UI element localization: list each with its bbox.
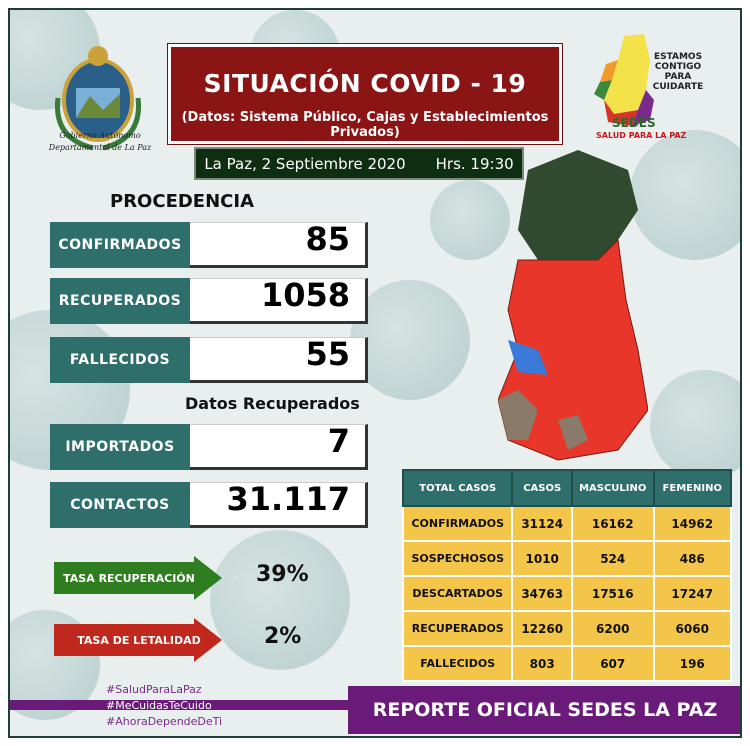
virus-decoration [350, 280, 470, 400]
lethality-rate-value: 2% [264, 624, 302, 649]
table-cell: RECUPERADOS [401, 610, 514, 647]
table-row: CONFIRMADOS 31124 16162 14962 [401, 505, 733, 542]
table-header-cell: CASOS [511, 469, 573, 507]
table-cell: 607 [570, 645, 655, 682]
gov-logo-line2: Departamental de La Paz [48, 143, 152, 152]
table-header-cell: TOTAL CASOS [401, 469, 514, 507]
table-row: SOSPECHOSOS 1010 524 486 [401, 540, 733, 577]
page-title: SITUACIÓN COVID - 19 [203, 69, 527, 98]
stat-importados: IMPORTADOS 7 [50, 422, 368, 470]
stat-value: 1058 [260, 276, 350, 314]
recovery-rate-label: TASA RECUPERACIÓN [63, 571, 195, 585]
total-cases-table: TOTAL CASOS CASOS MASCULINO FEMENINO CON… [401, 469, 733, 682]
datos-recuperados-heading: Datos Recuperados [185, 394, 360, 413]
hashtag: #MeCuidasTeCuido [106, 699, 212, 712]
table-cell: SOSPECHOSOS [401, 540, 514, 577]
stat-fallecidos: FALLECIDOS 55 [50, 335, 368, 383]
table-cell: 17247 [652, 575, 733, 612]
hashtag-list: #SaludParaLaPaz #MeCuidasTeCuido #AhoraD… [106, 682, 222, 730]
sedes-slogan: SALUD PARA LA PAZ [596, 131, 687, 140]
virus-decoration [210, 530, 350, 670]
header-banner: SITUACIÓN COVID - 19 (Datos: Sistema Púb… [168, 44, 562, 144]
stat-label: IMPORTADOS [50, 424, 190, 470]
table-cell: DESCARTADOS [401, 575, 514, 612]
table-cell: 34763 [511, 575, 573, 612]
stat-value: 31.117 [226, 480, 350, 518]
table-cell: 16162 [570, 505, 655, 542]
table-cell: 31124 [511, 505, 573, 542]
stat-value: 7 [327, 422, 350, 460]
stat-label: CONFIRMADOS [50, 222, 190, 268]
lethality-rate-label: TASA DE LETALIDAD [77, 633, 201, 647]
la-paz-map-icon [498, 150, 648, 461]
table-cell: 17516 [570, 575, 655, 612]
table-cell: CONFIRMADOS [401, 505, 514, 542]
table-row: DESCARTADOS 34763 17516 17247 [401, 575, 733, 612]
table-row: RECUPERADOS 12260 6200 6060 [401, 610, 733, 647]
table-cell: 486 [652, 540, 733, 577]
stat-label: FALLECIDOS [50, 337, 190, 383]
stat-confirmados: CONFIRMADOS 85 [50, 220, 368, 268]
stat-value: 55 [305, 335, 350, 373]
table-cell: 1010 [511, 540, 573, 577]
stat-contactos: CONTACTOS 31.117 [50, 480, 368, 528]
recovery-small-number: 920 [232, 572, 252, 583]
table-cell: 6060 [652, 610, 733, 647]
recovery-rate-value: 39% [256, 562, 309, 587]
table-cell: 803 [511, 645, 573, 682]
stat-value: 85 [305, 220, 350, 258]
gov-logo-line1: Gobierno Autónomo [59, 131, 141, 140]
hashtag: #SaludParaLaPaz [106, 683, 202, 696]
report-date: La Paz, 2 Septiembre 2020 [204, 154, 406, 173]
table-header-cell: MASCULINO [570, 469, 655, 507]
table-cell: FALLECIDOS [401, 645, 514, 682]
virus-decoration [650, 370, 740, 480]
page-subtitle: (Datos: Sistema Público, Cajas y Estable… [181, 110, 549, 140]
date-bar: La Paz, 2 Septiembre 2020 Hrs. 19:30 [194, 147, 524, 180]
table-cell: 12260 [511, 610, 573, 647]
table-cell: 196 [652, 645, 733, 682]
table-cell: 6200 [570, 610, 655, 647]
stat-recuperados: RECUPERADOS 1058 [50, 276, 368, 324]
recovery-rate-arrow: TASA RECUPERACIÓN [54, 556, 224, 600]
table-cell: 14962 [652, 505, 733, 542]
infographic-frame: Gobierno Autónomo Departamental de La Pa… [8, 8, 742, 738]
table-header-row: TOTAL CASOS CASOS MASCULINO FEMENINO [401, 469, 733, 507]
table-cell: 524 [570, 540, 655, 577]
procedencia-heading: PROCEDENCIA [110, 191, 254, 212]
sedes-tagline: ESTAMOS CONTIGO PARA CUIDARTE [652, 52, 704, 92]
gov-logo-text: Gobierno Autónomo Departamental de La Pa… [40, 130, 160, 154]
table-row: FALLECIDOS 803 607 196 [401, 645, 733, 682]
table-header-cell: FEMENINO [652, 469, 733, 507]
lethality-rate-arrow: TASA DE LETALIDAD [54, 618, 224, 662]
sedes-name: SEDES [612, 116, 656, 130]
stat-label: RECUPERADOS [50, 278, 190, 324]
official-report-banner: REPORTE OFICIAL SEDES LA PAZ [348, 686, 740, 734]
stat-label: CONTACTOS [50, 482, 190, 528]
hashtag: #AhoraDependeDeTi [106, 715, 223, 728]
